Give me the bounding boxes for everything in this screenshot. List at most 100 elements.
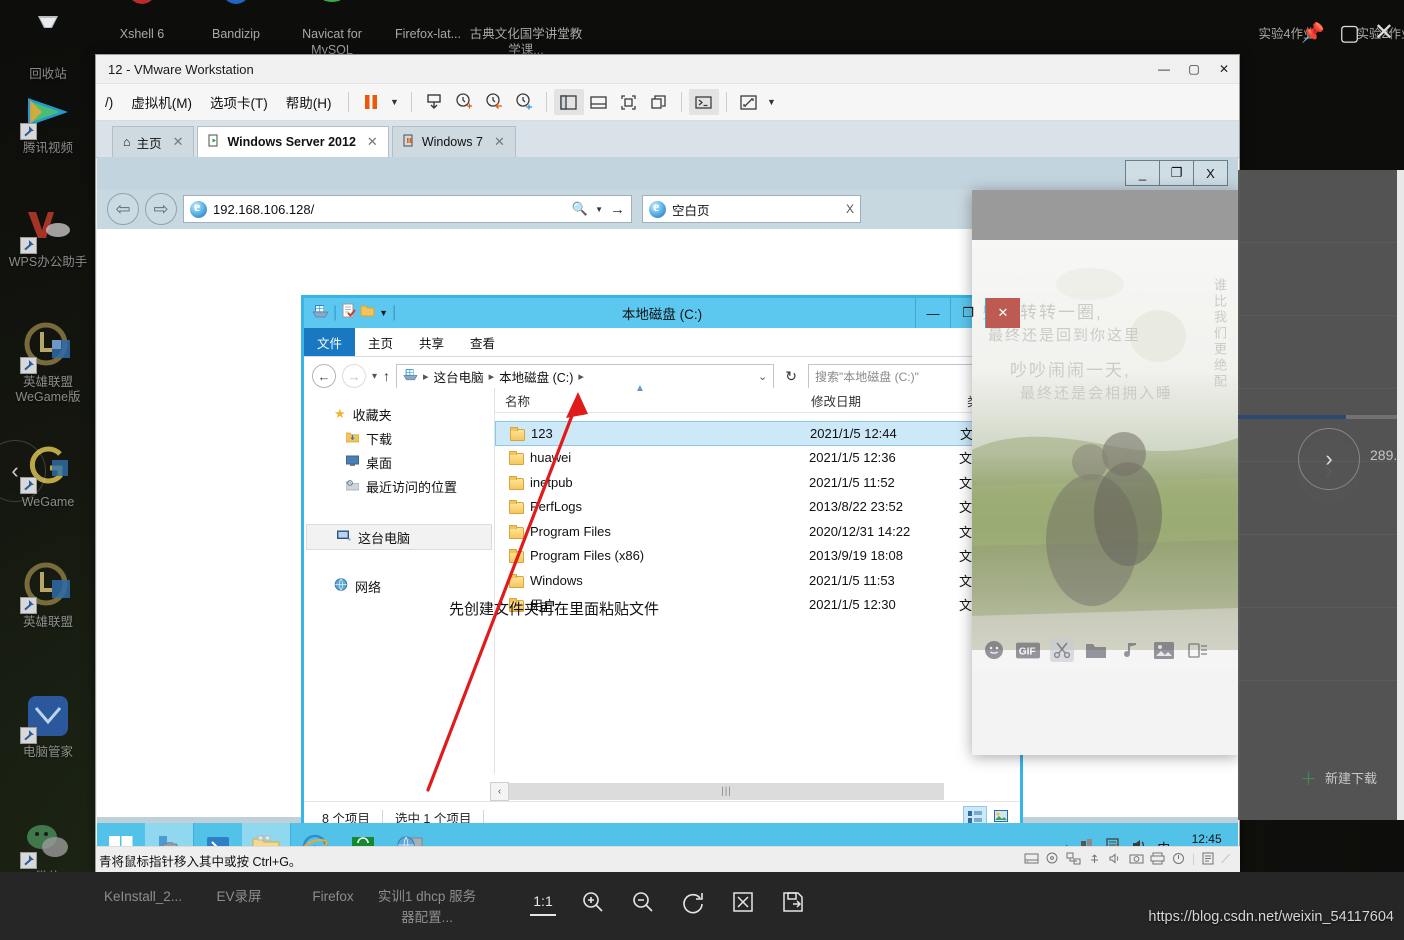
customize-caret-icon[interactable]: ▼ [379, 308, 388, 318]
menu-item-tabs[interactable]: 选项卡(T) [201, 88, 277, 116]
table-row[interactable]: Windows 2021/1/5 11:53 文件夹 [495, 568, 1020, 593]
explorer-navigation-pane[interactable]: ★ 收藏夹 下载 桌面 最近访问的位置 这台电脑 网络 [304, 388, 495, 774]
zoom-out-icon[interactable] [630, 889, 656, 915]
camera-device-icon[interactable] [1129, 852, 1144, 868]
desktop-icon-bandizip[interactable]: Bandizip [190, 0, 282, 42]
rotate-icon[interactable] [680, 889, 706, 915]
ie-window-buttons[interactable]: _ ❐ X [1125, 160, 1228, 186]
network-device-icon[interactable] [1066, 852, 1081, 868]
image-icon[interactable] [1152, 638, 1176, 662]
gif-icon[interactable]: GIF [1016, 638, 1040, 662]
download-list-item[interactable] [1238, 243, 1404, 316]
pin-icon[interactable]: 📌 [1301, 21, 1325, 45]
new-download-button[interactable]: ＋ 新建下载 [1300, 765, 1377, 790]
emoji-icon[interactable] [982, 638, 1006, 662]
pause-icon[interactable] [356, 89, 386, 115]
screenshot-tool-bar[interactable]: 1:1 [530, 888, 806, 916]
desktop-icon-classic-culture[interactable]: 古典文化国学讲堂教学课... [466, 0, 586, 58]
thumbnail-bar-icon[interactable] [584, 89, 614, 115]
new-folder-icon[interactable] [360, 304, 375, 323]
usb-device-icon[interactable] [1087, 852, 1102, 868]
chat-toolbar[interactable]: GIF [972, 630, 1238, 670]
sidebar-item-favorites[interactable]: ★ 收藏夹 [304, 402, 494, 426]
table-row[interactable]: Program Files 2020/12/31 14:22 文件夹 [495, 519, 1020, 544]
table-row[interactable]: inetpub 2021/1/5 11:52 文件夹 [495, 470, 1020, 495]
ie-tab-close-icon[interactable]: X [846, 202, 854, 216]
explorer-maximize-button[interactable]: ❐ [950, 298, 985, 328]
table-row[interactable]: huawei 2021/1/5 12:36 文件夹 [495, 446, 1020, 471]
download-list-item[interactable] [1238, 316, 1404, 389]
sidebar-item-recent[interactable]: 最近访问的位置 [304, 474, 494, 498]
close-icon[interactable]: ✕ [1374, 18, 1394, 47]
breadcrumb-item-drive[interactable]: 本地磁盘 (C:) [499, 367, 573, 386]
explorer-recent-caret-icon[interactable]: ▾ [372, 371, 377, 382]
desktop-icon-lol[interactable]: 英雄联盟 [2, 560, 94, 630]
menu-item-vm[interactable]: 虚拟机(M) [122, 88, 201, 116]
explorer-forward-button[interactable]: → [342, 364, 366, 388]
sidebar-item-desktop[interactable]: 桌面 [304, 450, 494, 474]
ribbon-tab-file[interactable]: 文件 [304, 328, 356, 356]
properties-icon[interactable] [341, 303, 356, 323]
go-arrow-icon[interactable]: → [610, 201, 625, 218]
stretch-caret-icon[interactable]: ▼ [764, 89, 780, 115]
snapshot-manager-icon[interactable] [509, 89, 539, 115]
host-taskbar-label-3[interactable]: 实训1 dhcp 服务器配置... [372, 886, 482, 928]
actual-size-icon[interactable]: 1:1 [530, 888, 556, 916]
sidebar-item-this-pc[interactable]: 这台电脑 [306, 524, 492, 550]
tab-close-icon[interactable]: ✕ [367, 134, 378, 150]
explorer-horizontal-scrollbar[interactable]: ‹ ||| [490, 782, 944, 801]
unity-icon[interactable] [644, 89, 674, 115]
tab-home[interactable]: ⌂ 主页 ✕ [112, 126, 195, 157]
desktop-icon-recycle-bin[interactable]: 回收站 [2, 12, 94, 82]
breadcrumb-history-caret-icon[interactable]: ⌄ [758, 370, 767, 383]
download-list-item[interactable] [1238, 170, 1404, 243]
desktop-icon-wps[interactable]: WPS办公助手 [2, 200, 94, 270]
chat-input-area[interactable] [972, 670, 1238, 755]
desktop-icon-firefox[interactable]: Firefox-lat... [382, 0, 474, 42]
tab-windows-7[interactable]: Windows 7 ✕ [391, 126, 516, 157]
ie-minimize-button[interactable]: _ [1125, 160, 1160, 186]
folder-icon[interactable] [1084, 638, 1108, 662]
tab-close-icon[interactable]: ✕ [494, 134, 505, 150]
sound-device-icon[interactable] [1108, 852, 1123, 868]
desktop-icon-pc-manager[interactable]: 电脑管家 [2, 690, 94, 760]
scroll-left-icon[interactable]: ‹ [490, 782, 509, 801]
resize-grip-icon[interactable]: ⟋ [1221, 852, 1230, 868]
tab-close-icon[interactable]: ✕ [173, 134, 184, 150]
download-list-item[interactable] [1238, 608, 1404, 681]
ie-address-bar[interactable]: 192.168.106.128/ 🔍 ▼ → [183, 195, 632, 223]
file-explorer-window[interactable]: | ▼ | 本地磁盘 (C:) — ❐ ✕ 文件 主页 共享 查看 ← → ▾ … [301, 295, 1023, 835]
column-header-name[interactable]: 名称 [495, 391, 801, 410]
screen-icon[interactable] [1186, 638, 1210, 662]
explorer-column-headers[interactable]: ▲ 名称 修改日期 类型 [495, 383, 1020, 413]
vmware-minimize-button[interactable]: — [1149, 55, 1179, 83]
search-icon[interactable]: 🔍 [572, 201, 588, 217]
console-icon[interactable] [688, 89, 719, 115]
sidebar-item-network[interactable]: 网络 [304, 574, 494, 598]
snapshot-revert-icon[interactable] [479, 89, 509, 115]
desktop-icon-xshell[interactable]: Xshell 6 [96, 0, 188, 42]
vmware-window-buttons[interactable]: — ▢ ✕ [1149, 55, 1239, 83]
ribbon-tab-home[interactable]: 主页 [355, 328, 406, 356]
explorer-file-list-pane[interactable]: ▲ 名称 修改日期 类型 123 2021/1/5 12:44 文件夹 huaw… [495, 383, 1020, 774]
download-manager-panel[interactable]: › 289.4 ＋ 新建下载 [1238, 170, 1404, 820]
explorer-close-button[interactable]: ✕ [985, 298, 1020, 328]
chevron-right-icon[interactable]: › [1298, 428, 1360, 490]
zoom-in-icon[interactable] [580, 889, 606, 915]
explorer-up-button[interactable]: ↑ [383, 368, 390, 384]
download-list-item[interactable] [1238, 535, 1404, 608]
ribbon-tab-share[interactable]: 共享 [406, 328, 457, 356]
vmware-maximize-button[interactable]: ▢ [1179, 55, 1209, 83]
breadcrumb-item-computer[interactable]: 这台电脑 [434, 367, 484, 386]
explorer-back-button[interactable]: ← [312, 364, 336, 388]
vmware-tab-bar[interactable]: ⌂ 主页 ✕ Windows Server 2012 ✕ Windows 7 ✕ [96, 121, 1239, 158]
explorer-ribbon-tabs[interactable]: 文件 主页 共享 查看 [304, 328, 1020, 357]
download-scrollbar[interactable] [1397, 170, 1404, 820]
music-icon[interactable] [1118, 638, 1142, 662]
menu-item-0[interactable]: /) [96, 91, 122, 114]
message-log-icon[interactable] [1201, 852, 1215, 868]
scroll-thumb[interactable]: ||| [509, 783, 944, 800]
scroll-track[interactable]: ||| [509, 783, 944, 800]
ie-restore-button[interactable]: ❐ [1159, 160, 1194, 186]
desktop-icon-tencent-video[interactable]: 腾讯视频 [2, 86, 94, 156]
